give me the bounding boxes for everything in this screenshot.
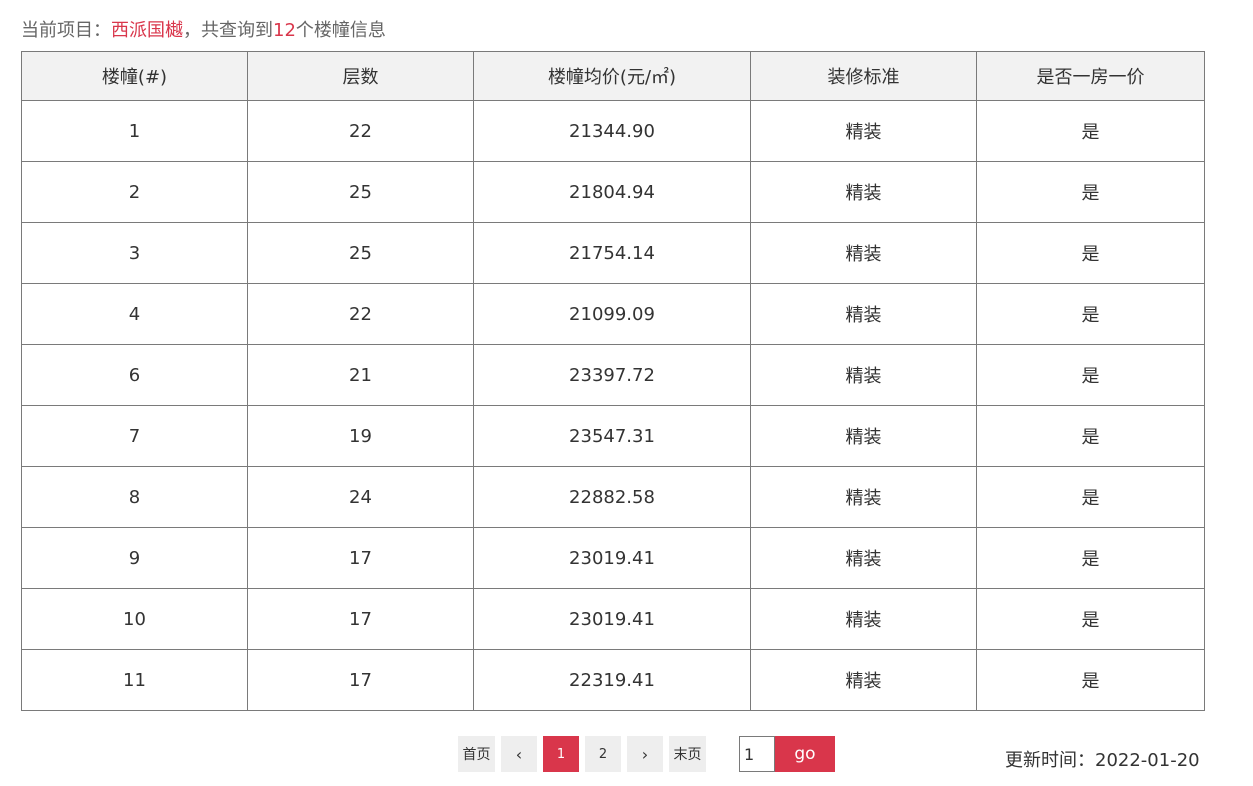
cell-avg-price: 23397.72 <box>473 344 751 406</box>
cell-avg-price: 23019.41 <box>473 588 751 650</box>
cell-avg-price: 22882.58 <box>473 466 751 528</box>
cell-building-number: 11 <box>21 649 248 711</box>
cell-one-price-flag: 是 <box>976 405 1205 467</box>
cell-building-number: 4 <box>21 283 248 345</box>
page-button-2[interactable]: 2 <box>585 736 621 772</box>
table-row: 3 25 21754.14 精装是 <box>21 222 1205 284</box>
prev-page-button[interactable]: ‹ <box>501 736 537 772</box>
cell-avg-price: 22319.41 <box>473 649 751 711</box>
table-row: 9 17 23019.41 精装是 <box>21 527 1205 589</box>
cell-avg-price: 21344.90 <box>473 100 751 162</box>
first-page-button[interactable]: 首页 <box>458 736 495 772</box>
column-header-floors: 层数 <box>247 51 474 101</box>
cell-building-number: 3 <box>21 222 248 284</box>
chevron-left-icon: ‹ <box>515 744 523 764</box>
cell-building-number: 6 <box>21 344 248 406</box>
table-header-row: 楼幢(#) 层数 楼幢均价(元/㎡) 装修标准 是否一房一价 <box>21 51 1205 101</box>
table-row: 4 22 21099.09 精装是 <box>21 283 1205 345</box>
cell-one-price-flag: 是 <box>976 161 1205 223</box>
cell-floor-count: 17 <box>247 588 474 650</box>
cell-floor-count: 21 <box>247 344 474 406</box>
cell-avg-price: 23019.41 <box>473 527 751 589</box>
cell-building-number: 7 <box>21 405 248 467</box>
table-row: 10 17 23019.41 精装是 <box>21 588 1205 650</box>
cell-building-number: 2 <box>21 161 248 223</box>
building-table: 楼幢(#) 层数 楼幢均价(元/㎡) 装修标准 是否一房一价 1 22 21344.… <box>21 51 1205 711</box>
summary-suffix: 个楼幢信息 <box>295 20 386 41</box>
result-count: 12 <box>273 20 296 41</box>
cell-floor-count: 22 <box>247 100 474 162</box>
table-row: 7 19 23547.31 精装是 <box>21 405 1205 467</box>
cell-floor-count: 19 <box>247 405 474 467</box>
project-name: 西派国樾 <box>111 20 183 41</box>
cell-avg-price: 23547.31 <box>473 405 751 467</box>
cell-floor-count: 22 <box>247 283 474 345</box>
cell-one-price-flag: 是 <box>976 283 1205 345</box>
cell-avg-price: 21099.09 <box>473 283 751 345</box>
cell-floor-count: 17 <box>247 527 474 589</box>
table-row: 6 21 23397.72 精装是 <box>21 344 1205 406</box>
table-body: 1 22 21344.90 精装是 2 25 21804.94 精装是 3 25 21754.14 精… <box>21 100 1205 711</box>
cell-building-number: 1 <box>21 100 248 162</box>
cell-decoration-standard: 精装 <box>750 405 977 467</box>
table-row: 1 22 21344.90 精装是 <box>21 100 1205 162</box>
cell-one-price-flag: 是 <box>976 344 1205 406</box>
column-header-one-price: 是否一房一价 <box>976 51 1205 101</box>
cell-decoration-standard: 精装 <box>750 588 977 650</box>
update-time-label: 更新时间： <box>1005 750 1095 771</box>
column-header-decoration: 装修标准 <box>750 51 977 101</box>
cell-decoration-standard: 精装 <box>750 527 977 589</box>
cell-one-price-flag: 是 <box>976 527 1205 589</box>
cell-decoration-standard: 精装 <box>750 100 977 162</box>
cell-decoration-standard: 精装 <box>750 466 977 528</box>
cell-one-price-flag: 是 <box>976 588 1205 650</box>
column-header-avg-price: 楼幢均价(元/㎡) <box>473 51 751 101</box>
cell-decoration-standard: 精装 <box>750 649 977 711</box>
update-time: 更新时间：2022-01-20 <box>1005 746 1200 772</box>
next-page-button[interactable]: › <box>627 736 663 772</box>
table-row: 11 17 22319.41 精装是 <box>21 649 1205 711</box>
pagination: 首页 ‹ 1 2 › 末页 go <box>458 736 835 772</box>
last-page-button[interactable]: 末页 <box>669 736 706 772</box>
update-time-value: 2022-01-20 <box>1095 750 1200 771</box>
page-jump-input[interactable] <box>739 736 775 772</box>
cell-floor-count: 25 <box>247 222 474 284</box>
cell-one-price-flag: 是 <box>976 649 1205 711</box>
cell-building-number: 9 <box>21 527 248 589</box>
cell-floor-count: 17 <box>247 649 474 711</box>
cell-building-number: 10 <box>21 588 248 650</box>
summary-middle: ，共查询到 <box>183 20 273 41</box>
cell-decoration-standard: 精装 <box>750 344 977 406</box>
table-row: 2 25 21804.94 精装是 <box>21 161 1205 223</box>
cell-floor-count: 25 <box>247 161 474 223</box>
chevron-right-icon: › <box>641 744 649 764</box>
cell-decoration-standard: 精装 <box>750 283 977 345</box>
page-button-1[interactable]: 1 <box>543 736 579 772</box>
cell-building-number: 8 <box>21 466 248 528</box>
cell-one-price-flag: 是 <box>976 222 1205 284</box>
column-header-building: 楼幢(#) <box>21 51 248 101</box>
query-summary: 当前项目：西派国樾，共查询到12个楼幢信息 <box>21 16 386 42</box>
cell-avg-price: 21804.94 <box>473 161 751 223</box>
cell-decoration-standard: 精装 <box>750 161 977 223</box>
go-button[interactable]: go <box>775 736 835 772</box>
cell-decoration-standard: 精装 <box>750 222 977 284</box>
cell-floor-count: 24 <box>247 466 474 528</box>
table-row: 8 24 22882.58 精装是 <box>21 466 1205 528</box>
cell-avg-price: 21754.14 <box>473 222 751 284</box>
cell-one-price-flag: 是 <box>976 466 1205 528</box>
summary-prefix: 当前项目： <box>21 20 111 41</box>
cell-one-price-flag: 是 <box>976 100 1205 162</box>
